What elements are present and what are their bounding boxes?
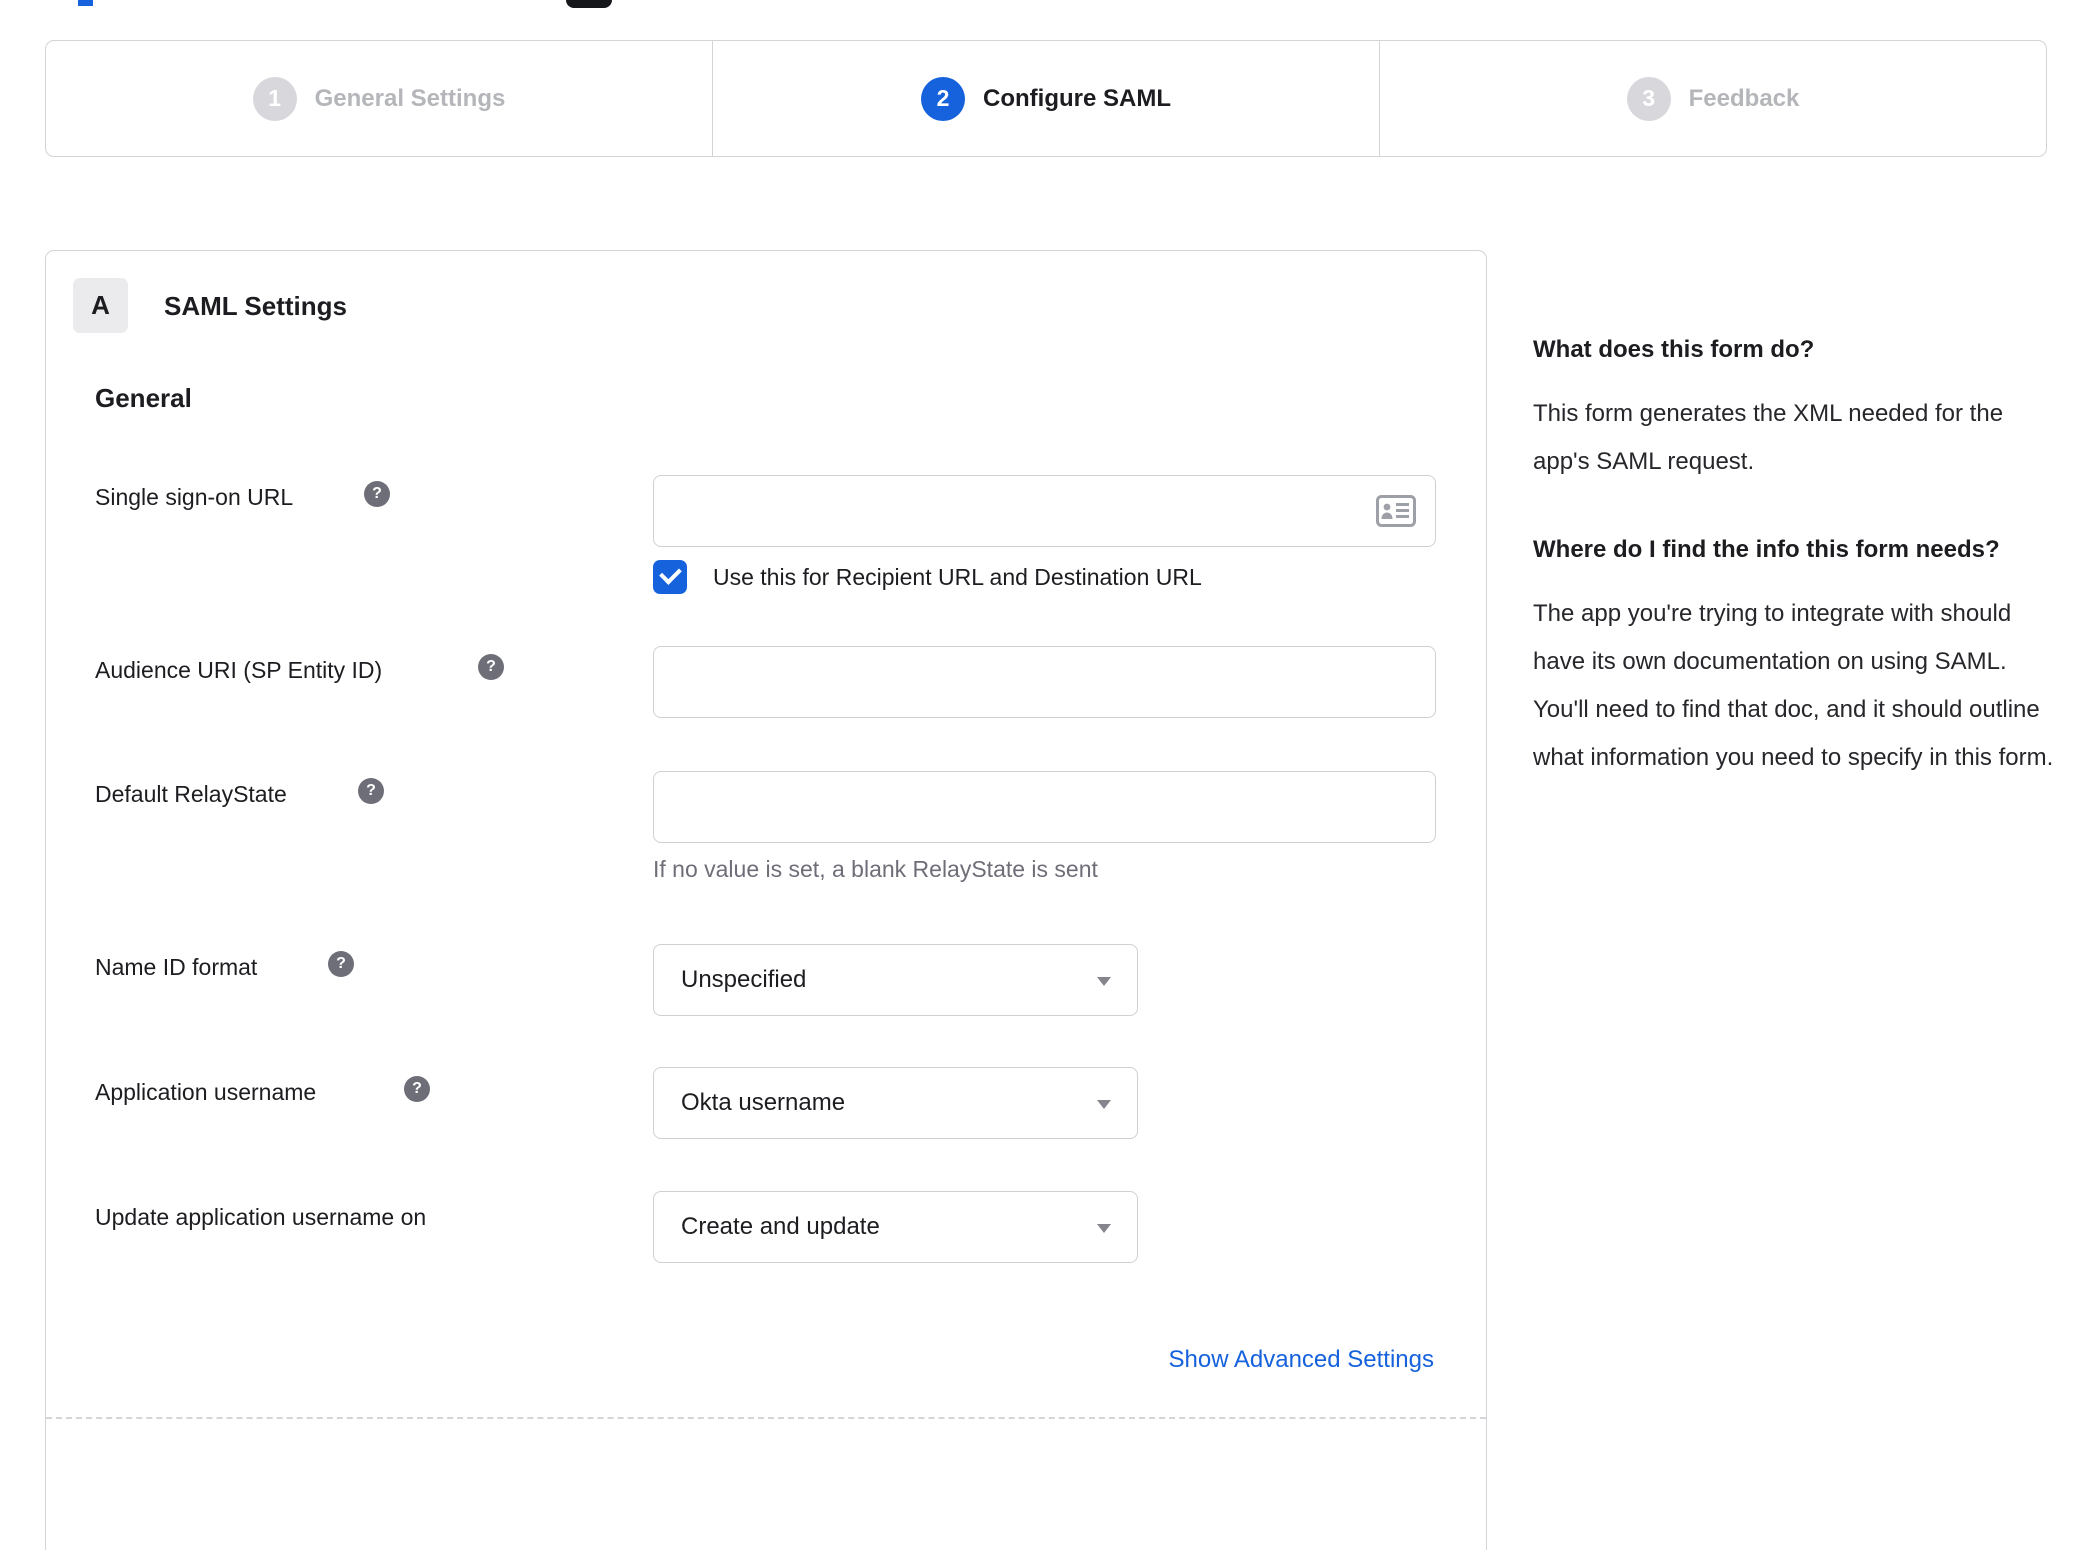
page-title-cutoff-blue bbox=[78, 0, 93, 6]
section-dashed-divider bbox=[46, 1417, 1486, 1419]
app-username-help-icon[interactable]: ? bbox=[404, 1076, 430, 1102]
sso-recipient-checkbox[interactable] bbox=[653, 560, 687, 594]
step-number-badge: 1 bbox=[252, 76, 297, 121]
relay-state-hint: If no value is set, a blank RelayState i… bbox=[653, 856, 1098, 882]
wizard-stepper: 1 General Settings 2 Configure SAML 3 Fe… bbox=[45, 40, 2047, 157]
chevron-down-icon bbox=[1097, 1100, 1111, 1109]
help-section: Where do I find the info this form needs… bbox=[1533, 530, 2055, 782]
sso-recipient-checkbox-label: Use this for Recipient URL and Destinati… bbox=[713, 564, 1202, 590]
audience-uri-help-icon[interactable]: ? bbox=[478, 654, 504, 680]
name-id-format-select[interactable]: Unspecified bbox=[653, 944, 1138, 1016]
show-advanced-settings-link[interactable]: Show Advanced Settings bbox=[1168, 1346, 1434, 1374]
step-number-badge: 3 bbox=[1626, 76, 1671, 121]
app-username-label: Application username bbox=[95, 1079, 317, 1105]
audience-uri-label: Audience URI (SP Entity ID) bbox=[95, 657, 383, 683]
sso-url-label: Single sign-on URL bbox=[95, 484, 294, 510]
page-title-cutoff-dark bbox=[566, 0, 612, 8]
step-label: General Settings bbox=[314, 84, 506, 112]
help-section: What does this form do? This form genera… bbox=[1533, 330, 2055, 486]
name-id-format-label: Name ID format bbox=[95, 954, 258, 980]
contact-card-icon bbox=[1376, 495, 1416, 527]
update-username-on-select[interactable]: Create and update bbox=[653, 1191, 1138, 1263]
group-title-general: General bbox=[95, 383, 192, 413]
sso-url-help-icon[interactable]: ? bbox=[364, 481, 390, 507]
sso-url-field-wrap bbox=[653, 475, 1436, 547]
relay-state-help-icon[interactable]: ? bbox=[358, 778, 384, 804]
app-username-select[interactable]: Okta username bbox=[653, 1067, 1138, 1139]
help-section-body: This form generates the XML needed for t… bbox=[1533, 400, 2004, 475]
step-number-badge: 2 bbox=[921, 76, 965, 121]
step-label: Configure SAML bbox=[983, 84, 1171, 112]
help-section-heading: Where do I find the info this form needs… bbox=[1533, 536, 2000, 563]
step-feedback[interactable]: 3 Feedback bbox=[1379, 41, 2046, 156]
sso-url-input[interactable] bbox=[653, 475, 1436, 547]
step-label: Feedback bbox=[1688, 84, 1800, 112]
section-title: SAML Settings bbox=[164, 291, 347, 321]
help-sidebar: What does this form do? This form genera… bbox=[1533, 330, 2055, 782]
name-id-format-value: Unspecified bbox=[681, 966, 807, 993]
update-username-on-value: Create and update bbox=[681, 1213, 880, 1240]
audience-uri-input[interactable] bbox=[653, 646, 1436, 718]
name-id-format-help-icon[interactable]: ? bbox=[328, 951, 354, 977]
step-general-settings[interactable]: 1 General Settings bbox=[46, 41, 712, 156]
chevron-down-icon bbox=[1097, 977, 1111, 986]
relay-state-label: Default RelayState bbox=[95, 781, 287, 807]
step-configure-saml[interactable]: 2 Configure SAML bbox=[712, 41, 1379, 156]
relay-state-input[interactable] bbox=[653, 771, 1436, 843]
help-section-body: The app you're trying to integrate with … bbox=[1533, 600, 2054, 771]
app-username-value: Okta username bbox=[681, 1089, 846, 1116]
chevron-down-icon bbox=[1097, 1224, 1111, 1233]
saml-settings-panel: A SAML Settings General Single sign-on U… bbox=[45, 250, 1487, 1550]
help-section-heading: What does this form do? bbox=[1533, 336, 1815, 363]
section-badge-a: A bbox=[73, 278, 128, 333]
update-username-on-label: Update application username on bbox=[95, 1204, 427, 1230]
